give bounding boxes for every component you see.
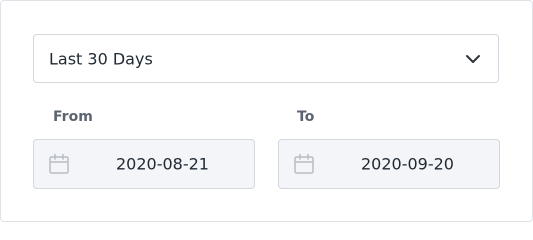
from-label: From — [53, 109, 93, 125]
date-range-selected-value: Last 30 Days — [49, 49, 153, 68]
to-label: To — [297, 109, 315, 125]
date-range-card: Last 30 Days From To 2020-08-21 2020-09-… — [0, 0, 533, 222]
calendar-icon[interactable] — [292, 152, 316, 176]
to-date-field[interactable]: 2020-09-20 — [278, 139, 500, 189]
date-range-dropdown[interactable]: Last 30 Days — [33, 34, 499, 83]
from-date-value: 2020-08-21 — [116, 154, 209, 174]
chevron-down-icon[interactable] — [465, 51, 481, 67]
to-date-value: 2020-09-20 — [361, 154, 454, 174]
calendar-icon[interactable] — [47, 152, 71, 176]
from-date-field[interactable]: 2020-08-21 — [33, 139, 255, 189]
